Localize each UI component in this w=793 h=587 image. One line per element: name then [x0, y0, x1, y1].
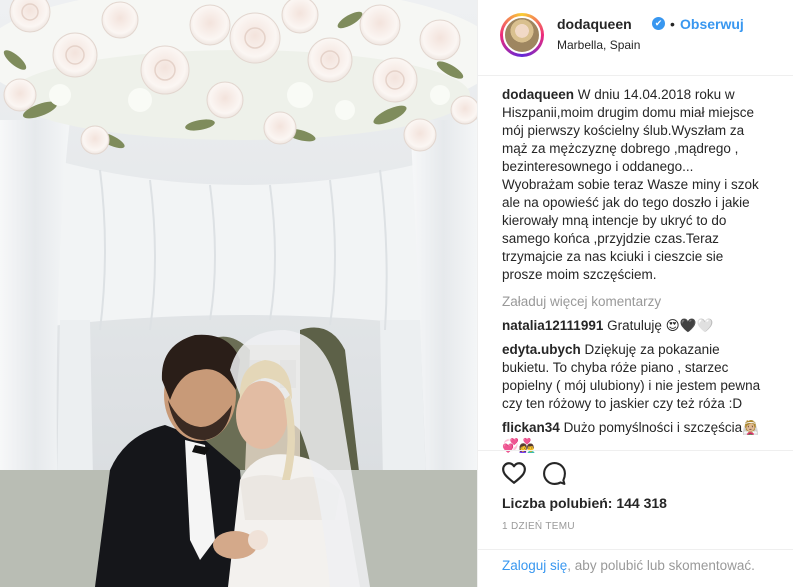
login-prompt-text: , aby polubić lub skomentować.: [567, 558, 755, 573]
verified-badge-icon: ✔: [652, 17, 665, 30]
login-link[interactable]: Zaloguj się: [502, 558, 567, 573]
header-username[interactable]: dodaqueen: [557, 16, 632, 32]
login-prompt: Zaloguj się, aby polubić lub skomentować…: [502, 558, 755, 573]
comment-icon[interactable]: [542, 461, 567, 486]
post-caption: dodaqueen W dniu 14.04.2018 roku w Hiszp…: [502, 86, 764, 284]
follow-button[interactable]: Obserwuj: [680, 16, 744, 32]
comment-text: Gratuluję 😍🖤🤍: [607, 318, 714, 333]
avatar[interactable]: [500, 13, 544, 57]
heart-icon[interactable]: [501, 460, 527, 486]
caption-username[interactable]: dodaqueen: [502, 87, 574, 102]
comment-item: edyta.ubych Dziękuję za pokazanie bukiet…: [502, 341, 764, 413]
load-more-comments-button[interactable]: Załaduj więcej komentarzy: [502, 293, 772, 311]
post-side-panel: dodaqueen ✔ • Obserwuj Marbella, Spain d…: [477, 0, 793, 587]
post-timestamp: 1 DZIEŃ TEMU: [502, 521, 575, 532]
comments-section: dodaqueen W dniu 14.04.2018 roku w Hiszp…: [502, 86, 772, 455]
likes-number: 144 318: [616, 495, 667, 511]
post-photo[interactable]: [0, 0, 477, 587]
avatar-image: [503, 16, 541, 54]
comment-username[interactable]: flickan34: [502, 420, 560, 435]
comment-username[interactable]: natalia12111991: [502, 318, 603, 333]
comment-item: natalia12111991 Gratuluję 😍🖤🤍: [502, 317, 764, 335]
separator-dot: •: [670, 16, 675, 32]
location-link[interactable]: Marbella, Spain: [557, 38, 640, 52]
post-header: dodaqueen ✔ • Obserwuj Marbella, Spain: [478, 0, 793, 76]
wedding-photo-illustration: [0, 0, 477, 587]
post-footer: Zaloguj się, aby polubić lub skomentować…: [478, 549, 793, 587]
caption-text: W dniu 14.04.2018 roku w Hiszpanii,moim …: [502, 87, 759, 282]
comment-username[interactable]: edyta.ubych: [502, 342, 581, 357]
likes-label: Liczba polubień:: [502, 495, 613, 511]
post-actions: Liczba polubień: 144 318 1 DZIEŃ TEMU: [478, 450, 793, 532]
likes-count[interactable]: Liczba polubień: 144 318: [502, 495, 667, 511]
